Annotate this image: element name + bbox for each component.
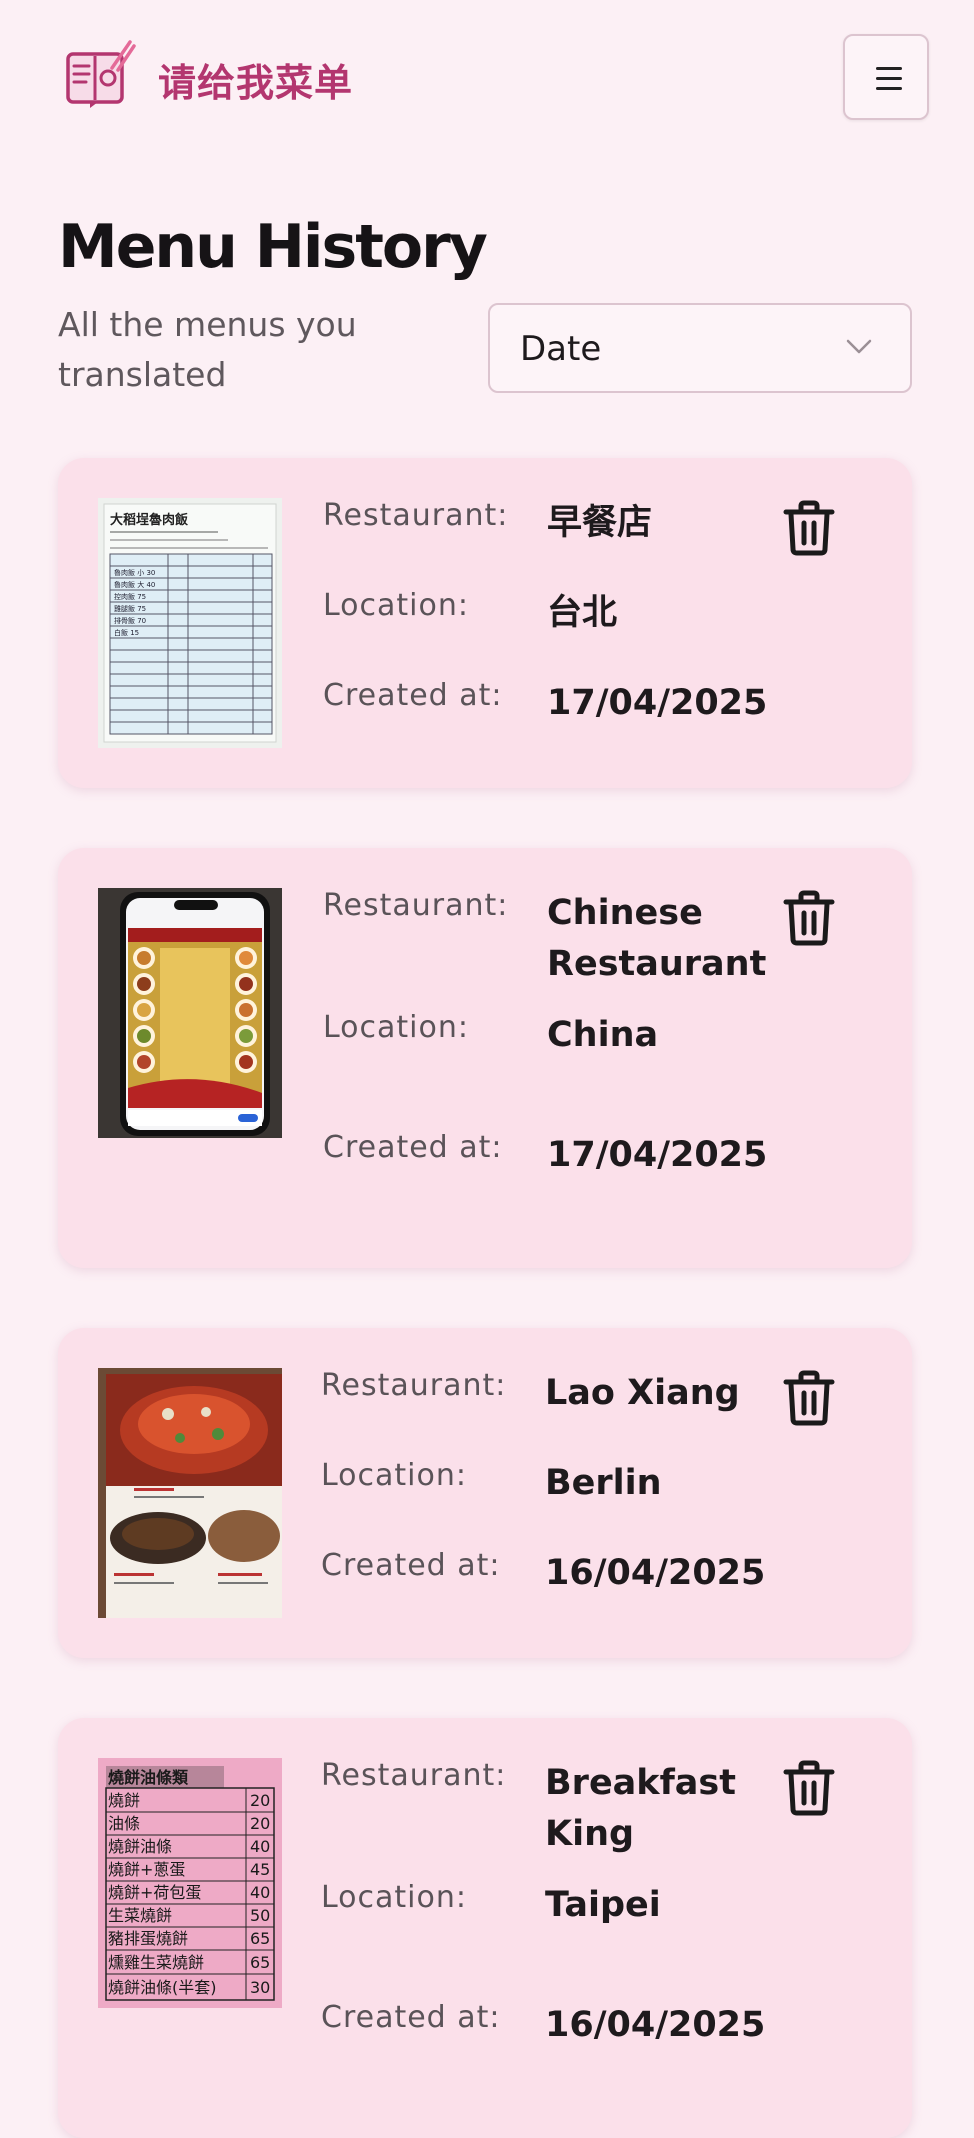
menu-photo-title: 大稻埕魯肉飯 [110, 512, 188, 528]
restaurant-label: Restaurant: [321, 1368, 507, 1403]
menu-photo-price: 30 [250, 1978, 270, 1997]
restaurant-label: Restaurant: [323, 888, 509, 923]
menu-photo-item: 生菜燒餅 [108, 1906, 172, 1925]
menu-photo-row: 控肉飯 75 [114, 592, 146, 601]
sort-select[interactable]: Date [488, 303, 912, 393]
menu-card[interactable]: Restaurant: Lao Xiang Location: Berlin C… [58, 1328, 912, 1658]
menu-photo-price: 65 [250, 1929, 270, 1948]
location-value: Berlin [545, 1463, 662, 1503]
trash-icon[interactable] [782, 1760, 836, 1816]
app-header: 请给我菜单 [0, 0, 974, 160]
page-subtitle: All the menus you translated [58, 305, 357, 394]
menu-button[interactable] [843, 34, 929, 120]
created-label: Created at: [323, 678, 503, 713]
created-date: 16/04/2025 [545, 2005, 766, 2045]
menu-photo-row: 白飯 15 [114, 628, 139, 637]
menu-card[interactable]: 大稻埕魯肉飯 魯肉飯 小 30 魯肉飯 大 40 控肉飯 75 雞腿飯 75 排… [58, 458, 912, 788]
created-label: Created at: [321, 2000, 501, 2035]
menu-photo-item: 燒餅+蔥蛋 [108, 1860, 185, 1879]
menu-photo-price: 65 [250, 1953, 270, 1972]
menu-photo-price: 20 [250, 1814, 270, 1833]
menu-photo-row: 排骨飯 70 [114, 616, 146, 625]
restaurant-name: 早餐店 [547, 503, 653, 543]
menu-photo-item: 燒餅+荷包蛋 [108, 1883, 201, 1902]
menu-photo: 燒餅油條類 燒餅 20 油條 20 燒餅油條 40 燒餅+蔥蛋 45 燒餅+荷包蛋 40 … [98, 1758, 282, 2008]
trash-icon[interactable] [782, 500, 836, 556]
menu-photo-row: 魯肉飯 大 40 [114, 580, 155, 589]
location-value: 台北 [547, 593, 618, 633]
menu-photo-item: 燒餅油條(半套) [108, 1978, 217, 1997]
location-value: China [547, 1015, 659, 1055]
menu-card[interactable]: 燒餅油條類 燒餅 20 油條 20 燒餅油條 40 燒餅+蔥蛋 45 燒餅+荷包蛋 40 … [58, 1718, 912, 2138]
location-label: Location: [323, 588, 469, 623]
location-label: Location: [321, 1458, 467, 1493]
created-date: 16/04/2025 [545, 1553, 766, 1593]
menu-photo-row: 魯肉飯 小 30 [114, 568, 155, 577]
menu-photo-price: 20 [250, 1791, 270, 1810]
chevron-down-icon [846, 339, 872, 354]
menu-photo-item: 油條 [108, 1814, 140, 1833]
menu-photo-price: 50 [250, 1906, 270, 1925]
location-label: Location: [323, 1010, 469, 1045]
menu-photo [98, 888, 282, 1138]
menu-card[interactable]: Restaurant: Chinese Restaurant Location:… [58, 848, 912, 1268]
trash-icon[interactable] [782, 890, 836, 946]
menu-photo-item: 燒餅 [108, 1791, 140, 1810]
menu-photo-item: 豬排蛋燒餅 [108, 1929, 188, 1948]
app-brand-name: 请给我菜单 [158, 61, 354, 105]
page-title: Menu History [58, 212, 488, 282]
menu-photo-price: 40 [250, 1883, 270, 1902]
restaurant-name: Breakfast King [545, 1763, 736, 1854]
menu-photo [98, 1368, 282, 1618]
created-date: 17/04/2025 [547, 1135, 768, 1175]
trash-icon[interactable] [782, 1370, 836, 1426]
menu-photo: 大稻埕魯肉飯 魯肉飯 小 30 魯肉飯 大 40 控肉飯 75 雞腿飯 75 排… [98, 498, 282, 748]
created-label: Created at: [323, 1130, 503, 1165]
location-label: Location: [321, 1880, 467, 1915]
created-label: Created at: [321, 1548, 501, 1583]
menu-photo-price: 40 [250, 1837, 270, 1856]
menu-photo-title: 燒餅油條類 [108, 1768, 189, 1787]
created-date: 17/04/2025 [547, 683, 768, 723]
sort-selected-value: Date [520, 329, 602, 369]
menu-photo-item: 燻雞生菜燒餅 [108, 1953, 204, 1972]
menu-photo-price: 45 [250, 1860, 270, 1879]
restaurant-label: Restaurant: [321, 1758, 507, 1793]
menu-photo-row: 雞腿飯 75 [114, 604, 146, 613]
restaurant-name: Chinese Restaurant [547, 893, 767, 984]
menu-book-chopsticks-icon[interactable] [62, 38, 136, 112]
location-value: Taipei [545, 1885, 661, 1925]
restaurant-label: Restaurant: [323, 498, 509, 533]
menu-photo-item: 燒餅油條 [108, 1837, 172, 1856]
restaurant-name: Lao Xiang [545, 1373, 740, 1413]
